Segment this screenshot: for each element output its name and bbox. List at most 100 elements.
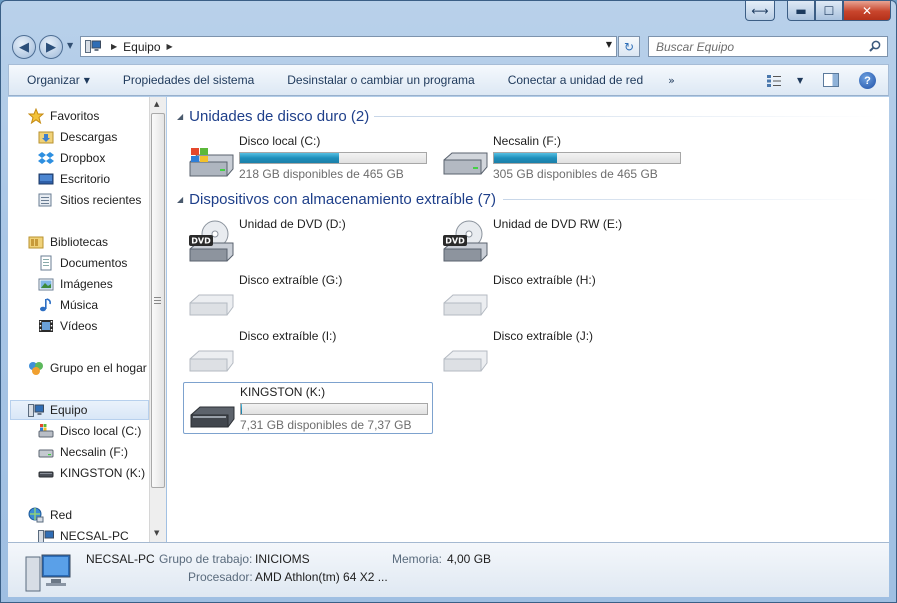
nav-drive-c[interactable]: Disco local (C:) (8, 421, 141, 441)
drive-free-space: 218 GB disponibles de 465 GB (239, 167, 404, 181)
nav-label: Imágenes (60, 277, 113, 291)
search-icon[interactable] (869, 40, 881, 52)
search-placeholder: Buscar Equipo (656, 39, 735, 54)
drive-name: Disco extraíble (I:) (239, 329, 337, 343)
workgroup-label: Grupo de trabajo: (159, 552, 253, 566)
nav-downloads[interactable]: Descargas (8, 127, 117, 147)
nav-libraries[interactable]: Bibliotecas (8, 232, 108, 252)
documents-icon (38, 255, 54, 271)
drive-usage-bar (493, 152, 681, 164)
windows-drive-icon (189, 148, 234, 177)
nav-favorites[interactable]: Favoritos (8, 106, 99, 126)
breadcrumb-separator-icon[interactable]: ▶ (111, 42, 117, 51)
nav-documents[interactable]: Documentos (8, 253, 127, 273)
nav-label: Disco local (C:) (60, 424, 142, 438)
nav-necsal-pc[interactable]: NECSAL-PC (8, 526, 129, 542)
nav-pictures[interactable]: Imágenes (8, 274, 113, 294)
nav-label: KINGSTON (K:) (60, 466, 146, 480)
group-title: Dispositivos con almacenamiento extraíbl… (189, 190, 496, 208)
help-icon: ? (864, 74, 871, 87)
nav-desktop[interactable]: Escritorio (8, 169, 110, 189)
libraries-icon (28, 234, 44, 250)
minimize-button[interactable]: ▬ (787, 1, 815, 21)
drive-tile-c[interactable]: Disco local (C:) 218 GB disponibles de 4… (183, 132, 433, 184)
drive-free-space: 305 GB disponibles de 465 GB (493, 167, 658, 181)
drive-tile-f[interactable]: Necsalin (F:) 305 GB disponibles de 465 … (437, 132, 687, 184)
hard-drive-icon (38, 444, 54, 460)
nav-network[interactable]: Red (8, 505, 72, 525)
command-bar: Organizar ▼ Propiedades del sistema Desin… (8, 64, 889, 96)
windows-drive-icon (38, 423, 54, 439)
drive-usage-fill (494, 153, 558, 163)
group-divider (374, 116, 879, 117)
music-icon (38, 297, 54, 313)
nav-videos[interactable]: Vídeos (8, 316, 97, 336)
nav-label: Documentos (60, 256, 128, 270)
refresh-button[interactable]: ↻ (618, 36, 640, 57)
close-button[interactable]: ✕ (843, 1, 891, 21)
help-button[interactable]: ? (859, 72, 876, 89)
nav-label: Descargas (60, 130, 118, 144)
group-header-hard-disks[interactable]: ◢ Unidades de disco duro (2) (177, 106, 369, 126)
group-divider (503, 199, 879, 200)
drive-tile-g[interactable]: Disco extraíble (G:) (183, 271, 433, 323)
chevron-down-icon: ▼ (83, 75, 90, 85)
system-properties-button[interactable]: Propiedades del sistema (105, 65, 269, 95)
usb-drive-icon (190, 406, 235, 428)
nav-label: Red (50, 508, 73, 522)
desktop-icon (38, 171, 54, 187)
collapse-triangle-icon[interactable]: ◢ (177, 195, 183, 204)
nav-recent-places[interactable]: Sitios recientes (8, 190, 141, 210)
map-network-drive-button[interactable]: Conectar a unidad de red (490, 65, 658, 95)
forward-button[interactable]: ▶ (39, 35, 63, 59)
nav-computer[interactable]: Equipo (10, 400, 149, 420)
nav-label: Grupo en el hogar (50, 361, 147, 375)
breadcrumb-separator-icon[interactable]: ▶ (167, 42, 173, 51)
recent-pages-button[interactable]: ▼ (67, 41, 73, 50)
drive-tile-d[interactable]: DVD Unidad de DVD (D:) (183, 215, 433, 267)
nav-label: Vídeos (60, 319, 98, 333)
drive-tile-i[interactable]: Disco extraíble (I:) (183, 327, 433, 379)
address-bar[interactable]: ▶ Equipo ▶ ▼ (80, 36, 617, 57)
computer-icon (25, 554, 71, 592)
memory-label: Memoria: (392, 552, 443, 566)
hard-drive-icon (443, 152, 488, 175)
snap-button[interactable]: ⟷ (745, 1, 775, 21)
scroll-up-icon[interactable]: ▲ (154, 100, 159, 108)
breadcrumb-equipo[interactable]: Equipo (123, 40, 160, 54)
address-dropdown-icon[interactable]: ▼ (606, 40, 612, 49)
homegroup-icon (28, 360, 44, 376)
search-input[interactable]: Buscar Equipo (648, 36, 888, 57)
more-commands-button[interactable]: » (658, 74, 685, 87)
drive-tile-j[interactable]: Disco extraíble (J:) (437, 327, 687, 379)
drive-tile-e[interactable]: DVD Unidad de DVD RW (E:) (437, 215, 687, 267)
chevron-down-icon[interactable]: ▼ (797, 76, 803, 85)
nav-drive-k[interactable]: KINGSTON (K:) (8, 463, 145, 483)
preview-pane-button[interactable] (823, 73, 839, 87)
videos-icon (38, 318, 54, 334)
organize-menu[interactable]: Organizar ▼ (9, 65, 105, 95)
collapse-triangle-icon[interactable]: ◢ (177, 112, 183, 121)
nav-drive-f[interactable]: Necsalin (F:) (8, 442, 128, 462)
nav-homegroup[interactable]: Grupo en el hogar (8, 358, 147, 378)
change-view-button[interactable]: ▼ (767, 72, 807, 89)
drive-name: Disco extraíble (G:) (239, 273, 343, 287)
drive-tile-h[interactable]: Disco extraíble (H:) (437, 271, 687, 323)
drive-tile-k[interactable]: KINGSTON (K:) 7,31 GB disponibles de 7,3… (183, 382, 433, 434)
maximize-button[interactable]: ☐ (815, 1, 843, 21)
downloads-folder-icon (38, 129, 54, 145)
nav-dropbox[interactable]: Dropbox (8, 148, 105, 168)
uninstall-program-label: Desinstalar o cambiar un programa (287, 73, 475, 87)
dvd-drive-icon: DVD (443, 220, 488, 262)
group-header-removable[interactable]: ◢ Dispositivos con almacenamiento extraí… (177, 189, 496, 209)
refresh-icon: ↻ (623, 39, 635, 54)
details-pane: NECSAL-PC Grupo de trabajo: INICIOMS Mem… (8, 542, 889, 597)
nav-music[interactable]: Música (8, 295, 98, 315)
uninstall-program-button[interactable]: Desinstalar o cambiar un programa (269, 65, 489, 95)
removable-drive-icon (443, 350, 488, 372)
navigation-scrollbar[interactable]: ▲ ▼ (149, 97, 166, 542)
back-button[interactable]: ◀ (12, 35, 36, 59)
computer-icon (85, 40, 101, 53)
scroll-down-icon[interactable]: ▼ (154, 529, 159, 537)
forward-arrow-icon: ▶ (46, 39, 56, 55)
